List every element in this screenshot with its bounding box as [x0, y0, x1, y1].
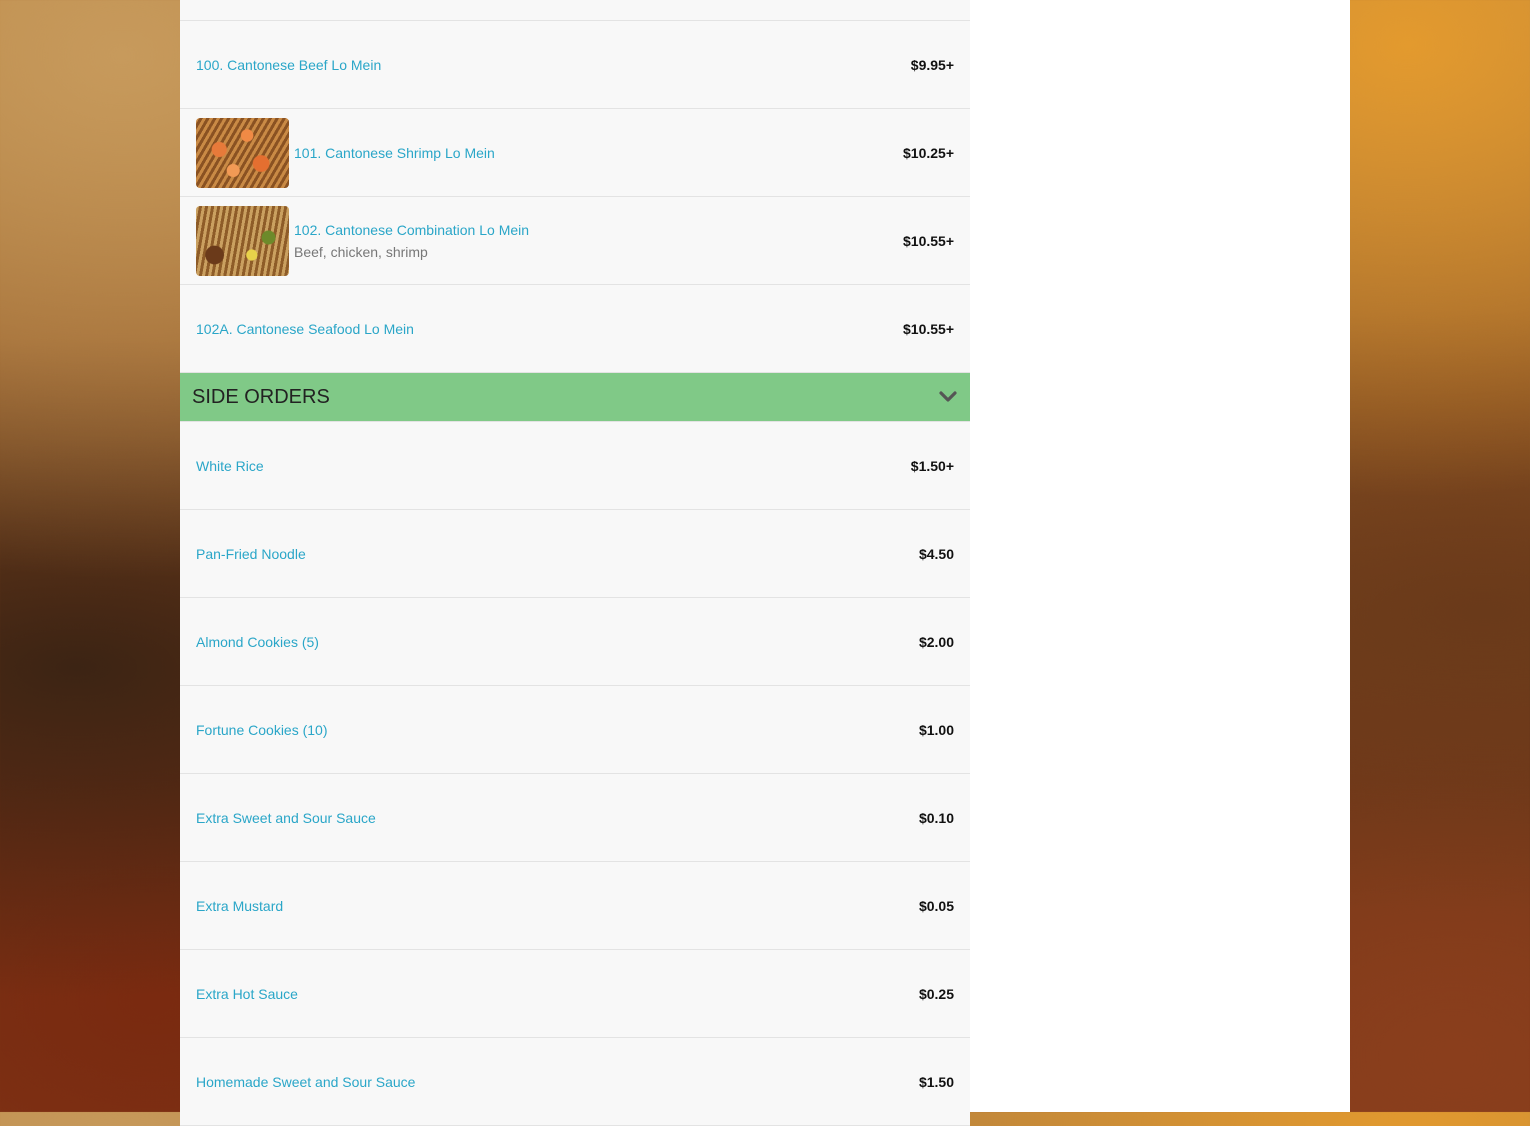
item-price: $9.95+ — [910, 56, 954, 73]
item-price: $2.00 — [918, 633, 954, 650]
item-price: $10.55+ — [903, 320, 954, 337]
menu-item-row[interactable]: Homemade Sweet and Sour Sauce $1.50 — [180, 1038, 970, 1126]
item-name[interactable]: Fortune Cookies (10) — [196, 722, 919, 738]
menu-item-row[interactable]: Almond Cookies (5) $2.00 — [180, 598, 970, 686]
item-name[interactable]: 102A. Cantonese Seafood Lo Mein — [196, 321, 903, 337]
item-name[interactable]: 100. Cantonese Beef Lo Mein — [196, 57, 911, 73]
item-text: 102A. Cantonese Seafood Lo Mein — [196, 321, 903, 337]
item-price: $0.10 — [918, 809, 954, 826]
item-name[interactable]: Almond Cookies (5) — [196, 634, 919, 650]
chevron-down-icon[interactable] — [938, 387, 958, 407]
item-price: $1.50 — [918, 1073, 954, 1090]
item-name[interactable]: 102. Cantonese Combination Lo Mein — [294, 222, 903, 238]
menu-item-row[interactable]: 102. Cantonese Combination Lo Mein Beef,… — [180, 197, 970, 285]
item-name[interactable]: Extra Sweet and Sour Sauce — [196, 810, 919, 826]
page-content: 100. Cantonese Beef Lo Mein $9.95+ 101. … — [180, 0, 1350, 1126]
menu-item-row[interactable]: Extra Sweet and Sour Sauce $0.10 — [180, 774, 970, 862]
item-price: $4.50 — [918, 545, 954, 562]
item-text: 101. Cantonese Shrimp Lo Mein — [294, 145, 903, 161]
menu-item-row[interactable]: Pan-Fried Noodle $4.50 — [180, 510, 970, 598]
menu-item-row[interactable]: 102A. Cantonese Seafood Lo Mein $10.55+ — [180, 285, 970, 373]
item-name[interactable]: Extra Mustard — [196, 898, 919, 914]
item-price: $0.25 — [918, 985, 954, 1002]
menu-item-row[interactable]: White Rice $1.50+ — [180, 422, 970, 510]
menu-item-row[interactable]: 100. Cantonese Beef Lo Mein $9.95+ — [180, 21, 970, 109]
menu-item-row[interactable]: Extra Hot Sauce $0.25 — [180, 950, 970, 1038]
item-name[interactable]: 101. Cantonese Shrimp Lo Mein — [294, 145, 903, 161]
item-name[interactable]: White Rice — [196, 458, 911, 474]
item-photo[interactable] — [196, 205, 289, 276]
item-text: 100. Cantonese Beef Lo Mein — [196, 57, 911, 73]
item-name[interactable]: Homemade Sweet and Sour Sauce — [196, 1074, 919, 1090]
previous-item-row[interactable] — [180, 0, 970, 21]
item-description: Beef, chicken, shrimp — [294, 243, 428, 260]
menu-item-row[interactable]: 101. Cantonese Shrimp Lo Mein $10.25+ — [180, 109, 970, 197]
item-name[interactable]: Pan-Fried Noodle — [196, 546, 919, 562]
section-title: SIDE ORDERS — [192, 385, 330, 408]
menu-column: 100. Cantonese Beef Lo Mein $9.95+ 101. … — [180, 0, 970, 1126]
item-price: $10.25+ — [903, 144, 954, 161]
item-price: $1.50+ — [910, 457, 954, 474]
section-header-side-orders[interactable]: SIDE ORDERS — [180, 373, 970, 422]
menu-item-row[interactable]: Fortune Cookies (10) $1.00 — [180, 686, 970, 774]
item-price: $0.05 — [918, 897, 954, 914]
item-price: $10.55+ — [903, 232, 954, 249]
item-name[interactable]: Extra Hot Sauce — [196, 986, 919, 1002]
item-price: $1.00 — [918, 721, 954, 738]
item-photo[interactable] — [196, 117, 289, 188]
menu-item-row[interactable]: Extra Mustard $0.05 — [180, 862, 970, 950]
item-text: 102. Cantonese Combination Lo Mein Beef,… — [294, 222, 903, 260]
